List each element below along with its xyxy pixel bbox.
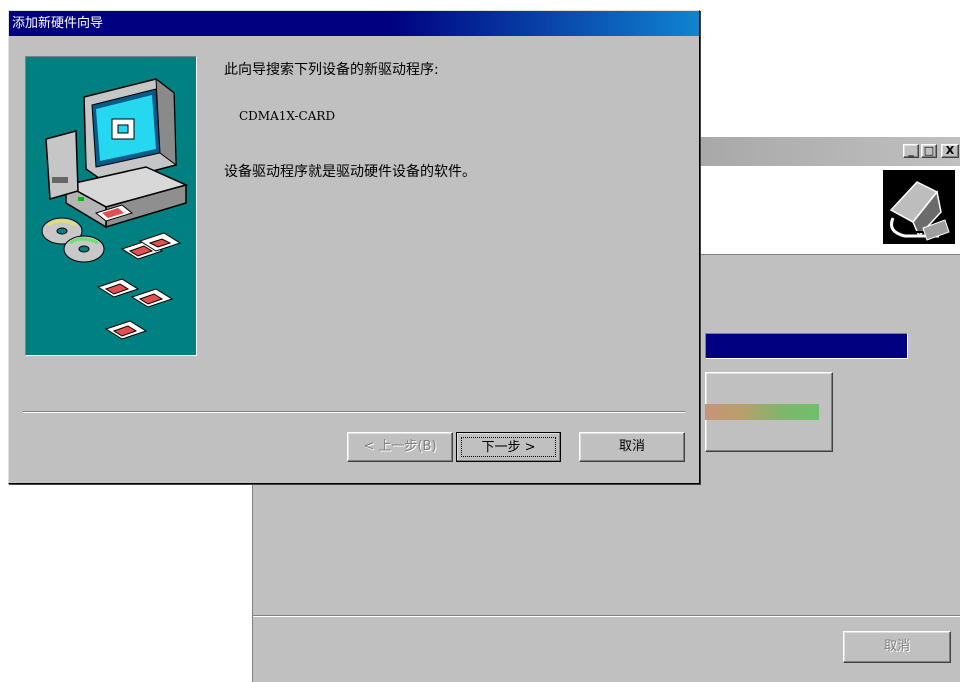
wizard-intro-text: 此向导搜索下列设备的新驱动程序: xyxy=(224,62,439,78)
progress-bar xyxy=(705,333,908,359)
background-cancel-button[interactable]: 取消 xyxy=(843,631,951,663)
back-button[interactable]: < 上一步(B) xyxy=(347,432,453,462)
close-button[interactable]: X xyxy=(941,144,959,158)
wizard-title: 添加新硬件向导 xyxy=(12,16,104,31)
wizard-separator xyxy=(23,411,685,413)
hardware-wizard-icon xyxy=(883,170,955,244)
next-button[interactable]: 下一步 > xyxy=(456,432,561,462)
cancel-button[interactable]: 取消 xyxy=(579,432,685,462)
maximize-button[interactable]: □ xyxy=(921,144,937,158)
minimize-icon: _ xyxy=(908,144,914,157)
wizard-description-text: 设备驱动程序就是驱动硬件设备的软件。 xyxy=(224,164,476,180)
wizard-titlebar[interactable]: 添加新硬件向导 xyxy=(9,11,699,36)
cancel-button-label: 取消 xyxy=(618,439,645,454)
wizard-illustration xyxy=(25,56,197,356)
device-name: CDMA1X-CARD xyxy=(239,109,336,123)
background-cancel-label: 取消 xyxy=(883,639,910,654)
background-separator xyxy=(253,615,960,617)
minimize-button[interactable]: _ xyxy=(903,144,919,158)
maximize-icon: □ xyxy=(923,144,935,157)
back-button-label: < 上一步(B) xyxy=(363,439,437,454)
close-icon: X xyxy=(945,144,955,157)
gradient-progress-bar xyxy=(705,404,819,420)
next-button-label: 下一步 > xyxy=(461,437,556,457)
add-hardware-wizard-dialog: 添加新硬件向导 此向导搜索下列设备的新驱动程序: CDMA1X-CARD 设备驱… xyxy=(8,10,700,484)
